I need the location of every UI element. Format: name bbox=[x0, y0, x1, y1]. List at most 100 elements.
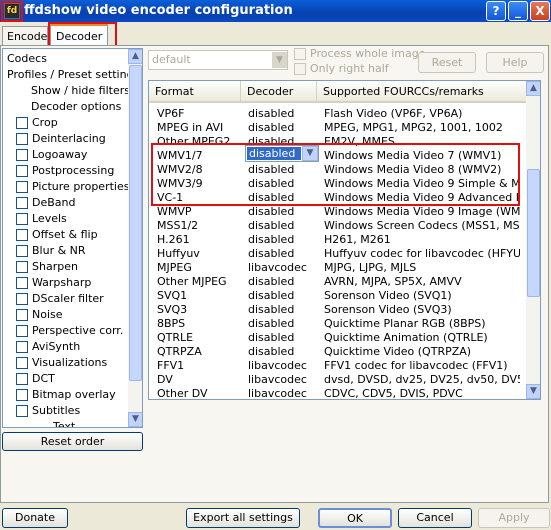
help-button[interactable]: Help bbox=[486, 52, 544, 73]
tree-item-checkbox[interactable] bbox=[16, 389, 28, 401]
table-row[interactable]: MSS1/2 disabled Windows Screen Codecs (MSS… bbox=[149, 219, 527, 233]
apply-button[interactable]: Apply bbox=[478, 508, 550, 528]
tree-item[interactable]: Offset & flip bbox=[3, 227, 128, 243]
cell-decoder[interactable]: disabled bbox=[248, 219, 322, 233]
table-row[interactable]: SVQ1 disabled Sorenson Video (SVQ1) bbox=[149, 289, 527, 303]
table-row[interactable]: DV libavcodec dvsd, DVSD, dv25, DV25, dv50… bbox=[149, 373, 527, 387]
tree-item-checkbox[interactable] bbox=[16, 165, 28, 177]
cell-decoder[interactable]: disabled bbox=[248, 247, 322, 261]
scroll-down-icon[interactable]: ▼ bbox=[128, 412, 142, 427]
table-row[interactable]: QTRPZA disabled Quicktime Video (QTRPZA) bbox=[149, 345, 527, 359]
cell-decoder[interactable]: disabled bbox=[248, 177, 322, 191]
tree-item-checkbox[interactable] bbox=[16, 357, 28, 369]
ok-button[interactable]: OK bbox=[318, 508, 392, 528]
scroll-down-icon[interactable]: ▼ bbox=[526, 384, 540, 399]
tree-item-checkbox[interactable] bbox=[16, 149, 28, 161]
tree-item[interactable]: Perspective corr. bbox=[3, 323, 128, 339]
tree-item[interactable]: Visualizations bbox=[3, 355, 128, 371]
chevron-down-icon[interactable]: ▼ bbox=[272, 52, 287, 68]
reset-order-button[interactable]: Reset order bbox=[2, 432, 143, 451]
tree-item[interactable]: Deinterlacing bbox=[3, 131, 128, 147]
only-right-half-checkbox[interactable] bbox=[294, 63, 306, 75]
tree-item-checkbox[interactable] bbox=[16, 197, 28, 209]
tree-item[interactable]: Logoaway bbox=[3, 147, 128, 163]
tree-item-checkbox[interactable] bbox=[16, 325, 28, 337]
cell-decoder[interactable]: disabled bbox=[248, 163, 322, 177]
cell-decoder[interactable]: disabled bbox=[248, 345, 322, 359]
tree-item[interactable]: Levels bbox=[3, 211, 128, 227]
tab-decoder[interactable]: Decoder bbox=[50, 24, 108, 45]
cell-decoder[interactable]: disabled bbox=[248, 317, 322, 331]
table-row[interactable]: SVQ3 disabled Sorenson Video (SVQ3) bbox=[149, 303, 527, 317]
tree-item-checkbox[interactable] bbox=[16, 277, 28, 289]
ffdshow-app-icon[interactable]: fd bbox=[4, 3, 20, 19]
tree-item[interactable]: Decoder options bbox=[3, 99, 128, 115]
column-remarks[interactable]: Supported FOURCCs/remarks bbox=[317, 81, 527, 103]
table-row[interactable]: Other MJPEG disabled AVRN, MJPA, SP5X, AMV… bbox=[149, 275, 527, 289]
tree-item[interactable]: DCT bbox=[3, 371, 128, 387]
cell-decoder[interactable]: disabled bbox=[248, 107, 322, 121]
tree-item-checkbox[interactable] bbox=[16, 309, 28, 321]
tree-item[interactable]: AviSynth bbox=[3, 339, 128, 355]
cell-decoder[interactable]: disabled bbox=[248, 233, 322, 247]
column-format[interactable]: Format bbox=[149, 81, 241, 103]
tree-item[interactable]: DScaler filter bbox=[3, 291, 128, 307]
table-row[interactable]: VC-1 disabled Windows Media Video 9 Advanc… bbox=[149, 191, 527, 205]
tree-item[interactable]: Codecs bbox=[3, 51, 128, 67]
tree-item-checkbox[interactable] bbox=[16, 133, 28, 145]
filter-tree[interactable]: Codecs Profiles / Preset settings Show / h… bbox=[2, 48, 143, 428]
tree-item-checkbox[interactable] bbox=[16, 117, 28, 129]
table-row[interactable]: Huffyuv disabled Huffyuv codec for libavco… bbox=[149, 247, 527, 261]
tree-item[interactable]: Subtitles bbox=[3, 403, 128, 419]
list-scrollbar[interactable]: ▲ ▼ bbox=[526, 81, 540, 399]
table-row[interactable]: VP6F disabled Flash Video (VP6F, VP6A) bbox=[149, 107, 527, 121]
tree-item[interactable]: Profiles / Preset settings bbox=[3, 67, 139, 83]
tab-encoder[interactable]: Encoder bbox=[2, 26, 52, 45]
decoder-select[interactable]: disabled ▼ bbox=[245, 145, 319, 162]
cell-decoder[interactable]: disabled bbox=[248, 289, 322, 303]
tree-item[interactable]: DeBand bbox=[3, 195, 128, 211]
tree-item[interactable]: Show / hide filters bbox=[3, 83, 130, 99]
table-row[interactable]: QTRLE disabled Quicktime Animation (QTRLE) bbox=[149, 331, 527, 345]
tree-item[interactable]: Postprocessing bbox=[3, 163, 128, 179]
cell-decoder[interactable]: disabled bbox=[248, 275, 322, 289]
tree-item-checkbox[interactable] bbox=[16, 261, 28, 273]
cell-decoder[interactable]: libavcodec bbox=[248, 261, 322, 275]
close-icon[interactable]: X bbox=[530, 1, 550, 21]
tree-item-checkbox[interactable] bbox=[16, 229, 28, 241]
export-all-settings-button[interactable]: Export all settings bbox=[186, 508, 300, 528]
scroll-thumb[interactable] bbox=[129, 65, 142, 381]
scroll-up-icon[interactable]: ▲ bbox=[128, 49, 142, 64]
donate-button[interactable]: Donate bbox=[2, 508, 68, 528]
tree-item[interactable]: Warpsharp bbox=[3, 275, 128, 291]
cell-decoder[interactable]: disabled bbox=[248, 121, 322, 135]
tree-item-checkbox[interactable] bbox=[16, 341, 28, 353]
cell-decoder[interactable]: disabled bbox=[248, 331, 322, 345]
tree-item-checkbox[interactable] bbox=[16, 405, 28, 417]
tree-item-checkbox[interactable] bbox=[16, 181, 28, 193]
cell-decoder[interactable]: libavcodec bbox=[248, 359, 322, 373]
tree-item[interactable]: Bitmap overlay bbox=[3, 387, 128, 403]
cell-decoder[interactable]: libavcodec bbox=[248, 387, 322, 399]
cell-decoder[interactable]: libavcodec bbox=[248, 373, 322, 387]
table-row[interactable]: WMV2/8 disabled Windows Media Video 8 (WMV… bbox=[149, 163, 527, 177]
table-row[interactable]: WMV1/7 disabled Windows Media Video 7 (WMV… bbox=[149, 149, 527, 163]
table-row[interactable]: 8BPS disabled Quicktime Planar RGB (8BPS) bbox=[149, 317, 527, 331]
scroll-thumb[interactable] bbox=[527, 169, 540, 297]
tree-item[interactable]: Picture properties bbox=[3, 179, 129, 195]
tree-item-checkbox[interactable] bbox=[16, 245, 28, 257]
tree-item-checkbox[interactable] bbox=[16, 373, 28, 385]
table-row[interactable]: Other MPEG2 disabled EM2V, MMES bbox=[149, 135, 527, 149]
table-row[interactable]: MJPEG libavcodec MJPG, LJPG, MJLS bbox=[149, 261, 527, 275]
preset-select[interactable]: default bbox=[148, 50, 288, 70]
process-whole-image-checkbox[interactable] bbox=[294, 48, 306, 60]
tree-item[interactable]: Text bbox=[3, 419, 128, 427]
title-bar[interactable]: fd ffdshow video encoder configuration ?… bbox=[0, 0, 551, 22]
tree-scrollbar[interactable]: ▲ ▼ bbox=[128, 49, 142, 427]
table-row[interactable]: Other DV libavcodec CDVC, CDV5, DVIS, PDVC bbox=[149, 387, 527, 399]
scroll-up-icon[interactable]: ▲ bbox=[526, 81, 540, 96]
table-row[interactable]: H.261 disabled H261, M261 bbox=[149, 233, 527, 247]
tree-item[interactable]: Blur & NR bbox=[3, 243, 128, 259]
tree-item-checkbox[interactable] bbox=[16, 293, 28, 305]
tree-item[interactable]: Noise bbox=[3, 307, 128, 323]
